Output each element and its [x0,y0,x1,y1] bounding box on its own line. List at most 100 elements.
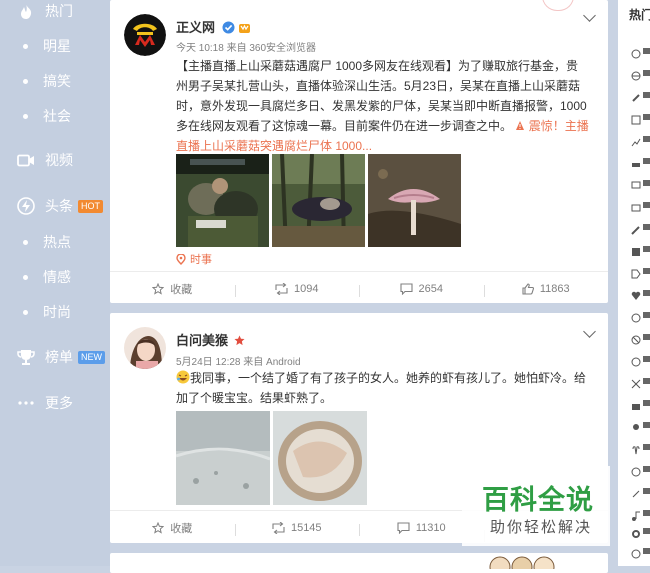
watermark-title: 百科全说 [482,485,594,515]
action-bar: 收藏 1094 2654 11863 [110,272,608,306]
star-icon [152,283,165,295]
book-icon[interactable] [631,244,650,256]
post-meta[interactable]: 今天 10:18 来自 360安全浏览器 [176,39,316,54]
hot-topics-title: 热门 [629,8,650,22]
feed-card: 正义网 今天 10:18 来自 360安全浏览器 【主播直播上山采蘑菇遇腐尸 1… [110,0,608,303]
sidebar-item-label: 视频 [45,152,73,168]
sidebar-item-label: 头条 [45,198,73,214]
post-image[interactable] [368,154,461,247]
repost-button[interactable]: 1094 [234,283,360,297]
post-meta[interactable]: 5月24日 12:28 来自 Android [176,353,301,368]
sidebar-item-society[interactable]: 社会 [0,99,110,133]
chevron-down-icon[interactable] [583,325,596,338]
bullet-icon [23,43,28,49]
sidebar-item-label: 更多 [45,395,73,411]
new-badge: NEW [78,350,105,364]
location-pin-icon [176,253,186,265]
tag-icon[interactable] [631,266,650,279]
brush-icon[interactable] [631,486,650,498]
favorite-button[interactable]: 收藏 [110,520,235,536]
comment-button[interactable]: 2654 [359,283,484,297]
globe-icon[interactable] [631,68,650,81]
sidebar-item-label: 热门 [45,3,73,19]
bullet-icon [23,309,28,315]
avatar[interactable] [124,14,166,56]
watermark: 百科全说 助你轻松解决 [462,466,610,546]
repost-icon [272,522,285,534]
sidebar-item-stars[interactable]: 明星 [0,29,110,63]
pen-icon[interactable] [631,222,650,235]
music-icon[interactable] [631,508,650,521]
member-crown-icon [239,24,251,33]
star-icon [152,522,165,534]
post-image[interactable] [176,411,270,505]
flame-icon [14,3,38,20]
post-image[interactable] [272,154,365,247]
bullet-icon [23,274,28,280]
chart-icon[interactable] [631,134,650,147]
repost-button[interactable]: 15145 [234,522,360,536]
sidebar-item-emotion[interactable]: 情感 [0,260,110,294]
trophy-icon [14,349,38,366]
post-image[interactable] [176,154,269,247]
post-image[interactable] [273,411,367,505]
chevron-down-icon[interactable] [583,9,596,22]
settings-icon[interactable] [631,526,650,538]
lightning-icon [14,197,38,215]
like-button[interactable]: 11863 [483,283,609,297]
watermark-subtitle: 助你轻松解决 [490,519,593,536]
sidebar-item-label: 榜单 [45,349,73,365]
sidebar-item-label: 搞笑 [43,73,71,89]
favorite-button[interactable]: 收藏 [110,281,235,297]
bullet-icon [23,113,28,119]
ring-icon[interactable] [631,354,650,367]
sport-icon[interactable] [631,464,650,477]
aries-icon[interactable] [631,442,650,455]
heart-icon[interactable] [631,288,650,300]
post-text: 【主播直播上山采蘑菇遇腐尸 1000多网友在线观看】为了赚取旅行基金，贵州男子吴… [176,59,589,153]
document-icon[interactable] [631,112,650,125]
user-photo-icon [124,327,166,369]
sidebar-item-label: 时尚 [43,304,71,320]
car-icon[interactable] [631,156,650,167]
bullet-icon [23,239,28,245]
chat-icon[interactable] [631,178,650,189]
feed-card [110,553,608,573]
bag-icon[interactable] [631,398,650,410]
star-badge-icon [234,335,245,346]
clock-icon[interactable] [631,46,650,59]
laughing-emoji-icon [176,370,190,384]
smile-icon[interactable] [631,310,650,323]
sidebar-item-fashion[interactable]: 时尚 [0,295,110,329]
cartoon-faces-icon [489,556,555,569]
sidebar-item-video[interactable]: 视频 [0,143,110,177]
tv-icon[interactable] [631,200,650,212]
zhengyi-logo-icon [124,14,166,56]
comment-icon [399,283,413,295]
post-text: 我同事，一个结了婚了有了孩子的女人。她养的虾有孩儿了。她怕虾冷。给加了个暖宝宝。… [176,370,587,405]
coin-icon[interactable] [631,546,650,559]
sidebar-item-funny[interactable]: 搞笑 [0,64,110,98]
author-name[interactable]: 正义网 [176,17,251,36]
post-images [176,411,367,505]
sidebar-item-rankings[interactable]: 榜单 NEW [0,340,110,374]
sidebar-item-label: 明星 [43,38,71,54]
sidebar-item-trending[interactable]: 热点 [0,225,110,259]
sidebar-item-hot[interactable]: 热门 [0,0,110,28]
sidebar-item-label: 热点 [43,234,71,250]
cross-icon[interactable] [631,376,650,389]
topic-tag[interactable]: 时事 [176,251,212,267]
ban-icon[interactable] [631,332,650,345]
sidebar-item-label: 社会 [43,108,71,124]
baby-icon[interactable] [631,420,650,430]
sidebar-item-headlines[interactable]: 头条 HOT [0,189,110,223]
sidebar-item-more[interactable]: 更多 [0,386,110,420]
rocket-icon[interactable] [631,90,650,102]
author-name[interactable]: 白问美猴 [176,330,245,349]
thumbs-up-icon [522,283,534,295]
video-icon [14,154,38,167]
badge-stamp-icon [542,0,574,11]
avatar[interactable] [124,327,166,369]
sidebar-item-label: 情感 [43,269,71,285]
bullet-icon [23,78,28,84]
